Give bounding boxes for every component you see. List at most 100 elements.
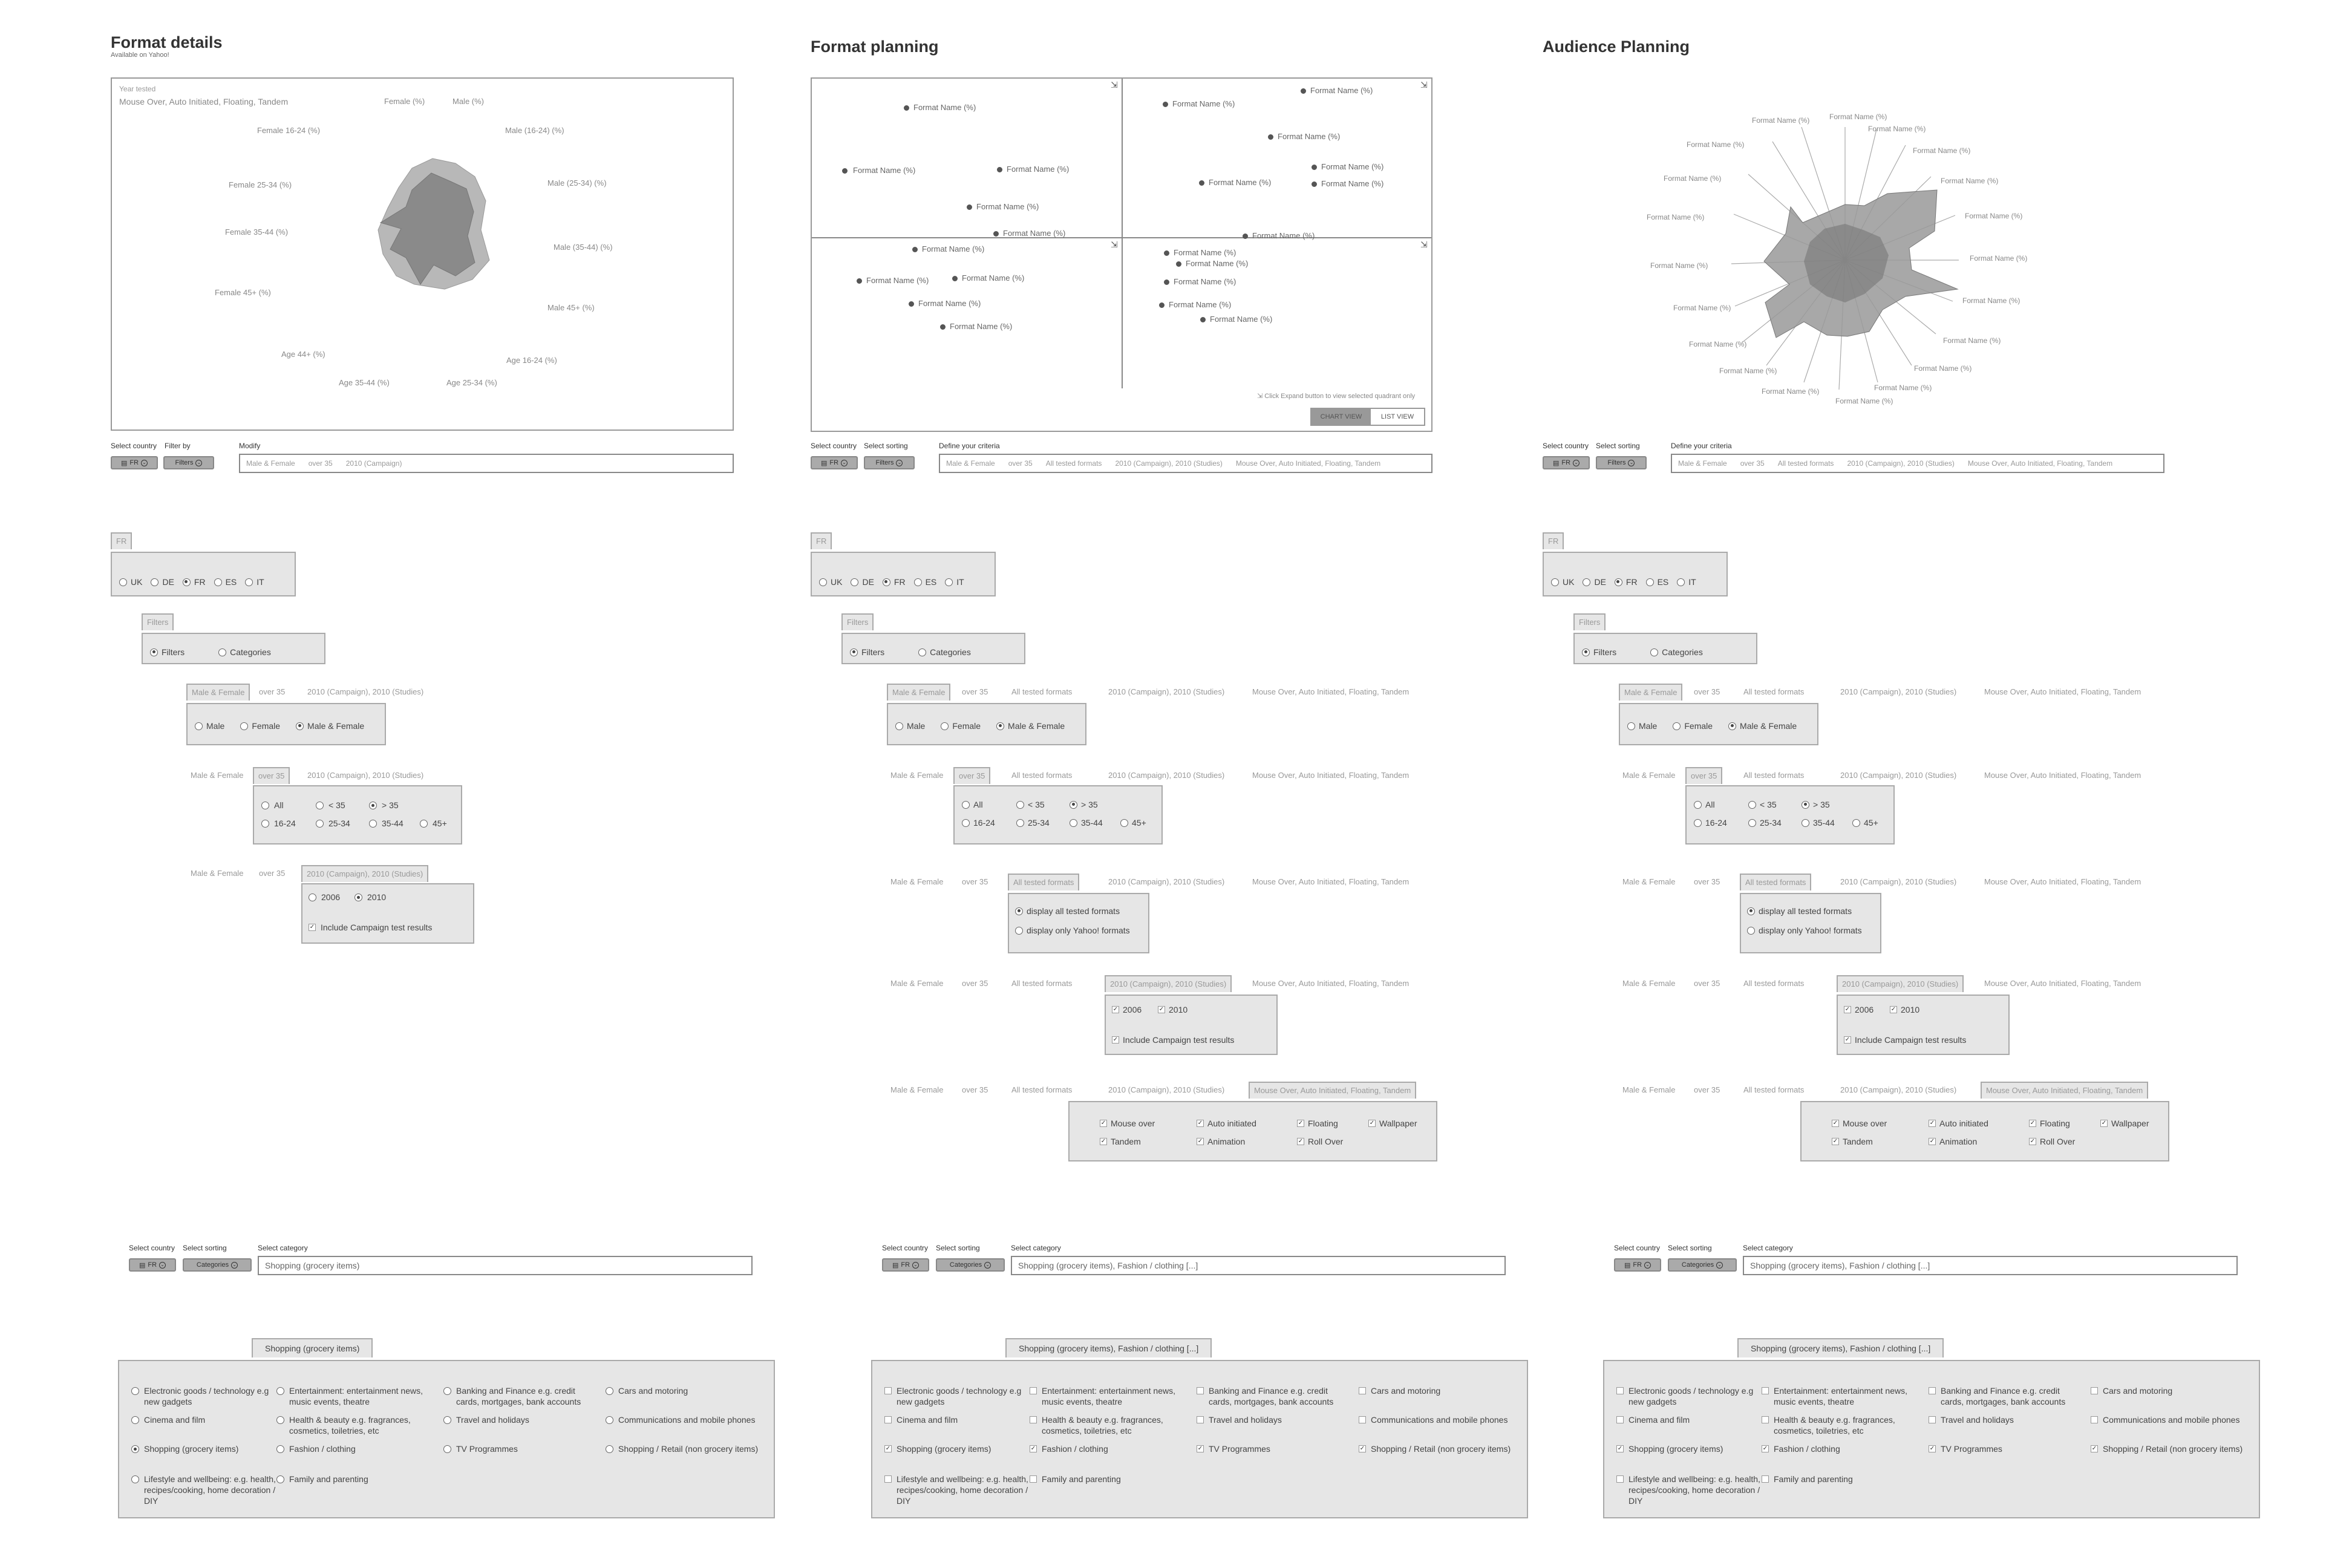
point[interactable]: [997, 167, 1002, 172]
chart-view-button[interactable]: CHART VIEW: [1312, 409, 1371, 425]
point[interactable]: [904, 105, 909, 111]
country-option[interactable]: IT: [245, 577, 264, 587]
category-option[interactable]: Cars and motoring: [606, 1385, 769, 1396]
point[interactable]: [1312, 181, 1317, 187]
point[interactable]: [1163, 102, 1168, 107]
type-option[interactable]: ✓ Roll Over: [2029, 1137, 2075, 1146]
age-option[interactable]: < 35: [1748, 800, 1777, 809]
type-option[interactable]: ✓ Mouse over: [1832, 1119, 1887, 1128]
category-option[interactable]: Health & beauty e.g. fragrances, cosmeti…: [1030, 1414, 1181, 1436]
type-option[interactable]: ✓ Auto initiated: [1197, 1119, 1256, 1128]
category-option[interactable]: Entertainment: entertainment news, music…: [1762, 1385, 1913, 1407]
year-option[interactable]: ✓ 2010: [1890, 1005, 1919, 1014]
point[interactable]: [952, 276, 958, 281]
category-option[interactable]: Family and parenting: [1762, 1474, 1913, 1485]
category-option[interactable]: ✓ Shopping / Retail (non grocery items): [1359, 1443, 1522, 1454]
gender-option[interactable]: Female: [240, 721, 280, 731]
criteria-field[interactable]: Male & Female over 35 All tested formats 20…: [1671, 454, 2164, 473]
category-option[interactable]: Cars and motoring: [1359, 1385, 1522, 1396]
type-option[interactable]: ✓ Mouse over: [1100, 1119, 1155, 1128]
country-option[interactable]: FR: [882, 577, 906, 587]
category-option[interactable]: Travel and holidays: [1197, 1414, 1348, 1425]
category-option[interactable]: Cinema and film: [884, 1414, 1036, 1425]
gender-option[interactable]: Female: [941, 721, 981, 731]
country-dropdown[interactable]: ▤ FR ⌄: [129, 1258, 176, 1272]
age-option[interactable]: 35-44: [369, 818, 403, 829]
country-dropdown[interactable]: ▤ FR ⌄: [1543, 456, 1590, 469]
expand-icon[interactable]: ⇲: [1111, 80, 1118, 90]
category-option[interactable]: ✓ Fashion / clothing: [1030, 1443, 1181, 1454]
type-option[interactable]: ✓ Floating: [1297, 1119, 1338, 1128]
point[interactable]: [1164, 279, 1169, 285]
age-option[interactable]: All: [1694, 800, 1715, 809]
categories-option[interactable]: Categories: [218, 647, 271, 657]
age-option[interactable]: All: [962, 800, 983, 809]
point[interactable]: [1176, 261, 1181, 267]
type-option[interactable]: ✓ Animation: [1197, 1137, 1245, 1146]
country-option[interactable]: FR: [182, 577, 206, 587]
type-option[interactable]: ✓ Tandem: [1100, 1137, 1141, 1146]
formats-option[interactable]: display all tested formats: [1747, 906, 1852, 916]
filters-option[interactable]: Filters: [1582, 647, 1616, 657]
country-option[interactable]: UK: [819, 577, 842, 587]
age-option[interactable]: 45+: [1120, 818, 1146, 828]
age-option[interactable]: 45+: [1852, 818, 1878, 828]
sorting-dropdown[interactable]: Categories ⌄: [183, 1258, 252, 1272]
category-option[interactable]: Health & beauty e.g. fragrances, cosmeti…: [1762, 1414, 1913, 1436]
category-option[interactable]: Travel and holidays: [443, 1414, 595, 1425]
category-option[interactable]: ✓ Shopping / Retail (non grocery items): [2091, 1443, 2254, 1454]
category-option[interactable]: ✓ TV Programmes: [1197, 1443, 1348, 1454]
country-dropdown[interactable]: ▤ FR ⌄: [811, 456, 858, 469]
category-option[interactable]: TV Programmes: [443, 1443, 595, 1454]
include-campaign-checkbox[interactable]: ✓ Include Campaign test results: [1112, 1035, 1234, 1045]
country-option[interactable]: ES: [1645, 577, 1668, 587]
filters-option[interactable]: Filters: [150, 647, 185, 657]
country-option[interactable]: DE: [1583, 577, 1606, 587]
include-campaign-checkbox[interactable]: ✓ Include Campaign test results: [1844, 1035, 1966, 1045]
gender-option[interactable]: Male: [895, 721, 925, 731]
age-option[interactable]: < 35: [316, 800, 345, 811]
sorting-dropdown[interactable]: Categories ⌄: [1668, 1258, 1737, 1272]
category-option[interactable]: Banking and Finance e.g. credit cards, m…: [1197, 1385, 1348, 1407]
category-option[interactable]: Communications and mobile phones: [2091, 1414, 2254, 1425]
country-dropdown[interactable]: ▤ FR ⌄: [1614, 1258, 1661, 1272]
category-option[interactable]: Health & beauty e.g. fragrances, cosmeti…: [276, 1414, 428, 1436]
country-option[interactable]: ES: [214, 577, 237, 587]
type-option[interactable]: ✓ Floating: [2029, 1119, 2070, 1128]
point[interactable]: [1200, 317, 1206, 322]
gender-option[interactable]: Male: [195, 721, 224, 731]
country-dropdown[interactable]: ▤ FR ⌄: [882, 1258, 929, 1272]
sorting-dropdown[interactable]: Filters ⌄: [1596, 456, 1647, 469]
type-option[interactable]: ✓ Animation: [1929, 1137, 1977, 1146]
criteria-field[interactable]: Male & Female over 35 2010 (Campaign): [239, 454, 734, 473]
type-option[interactable]: ✓ Wallpaper: [2100, 1119, 2149, 1128]
gender-option[interactable]: Male & Female: [996, 721, 1065, 731]
category-option[interactable]: Cinema and film: [131, 1414, 283, 1425]
point[interactable]: [1243, 234, 1248, 239]
category-option[interactable]: Lifestyle and wellbeing: e.g. health, re…: [131, 1474, 283, 1506]
category-option[interactable]: Lifestyle and wellbeing: e.g. health, re…: [1616, 1474, 1768, 1506]
category-option[interactable]: ✓ Shopping (grocery items): [884, 1443, 1036, 1454]
list-view-button[interactable]: LIST VIEW: [1371, 409, 1424, 425]
point[interactable]: [1199, 180, 1204, 186]
point[interactable]: [967, 204, 972, 210]
age-option[interactable]: > 35: [1070, 800, 1098, 809]
category-option[interactable]: Banking and Finance e.g. credit cards, m…: [1929, 1385, 2080, 1407]
category-option[interactable]: Family and parenting: [276, 1474, 428, 1485]
formats-option[interactable]: display only Yahoo! formats: [1747, 926, 1862, 935]
point[interactable]: [1312, 165, 1317, 170]
point[interactable]: [1164, 250, 1169, 256]
category-option[interactable]: ✓ Fashion / clothing: [1762, 1443, 1913, 1454]
age-option[interactable]: 35-44: [1802, 818, 1835, 828]
category-field[interactable]: Shopping (grocery items), Fashion / clot…: [1011, 1256, 1506, 1275]
country-option[interactable]: IT: [945, 577, 964, 587]
point[interactable]: [842, 168, 848, 174]
point[interactable]: [1268, 134, 1273, 140]
category-option[interactable]: Communications and mobile phones: [606, 1414, 769, 1425]
year-option[interactable]: 2010: [354, 892, 386, 903]
sorting-dropdown[interactable]: Categories ⌄: [936, 1258, 1005, 1272]
category-field[interactable]: Shopping (grocery items): [258, 1256, 753, 1275]
year-option[interactable]: 2006: [309, 892, 340, 903]
category-option[interactable]: Fashion / clothing: [276, 1443, 428, 1454]
category-option[interactable]: Travel and holidays: [1929, 1414, 2080, 1425]
